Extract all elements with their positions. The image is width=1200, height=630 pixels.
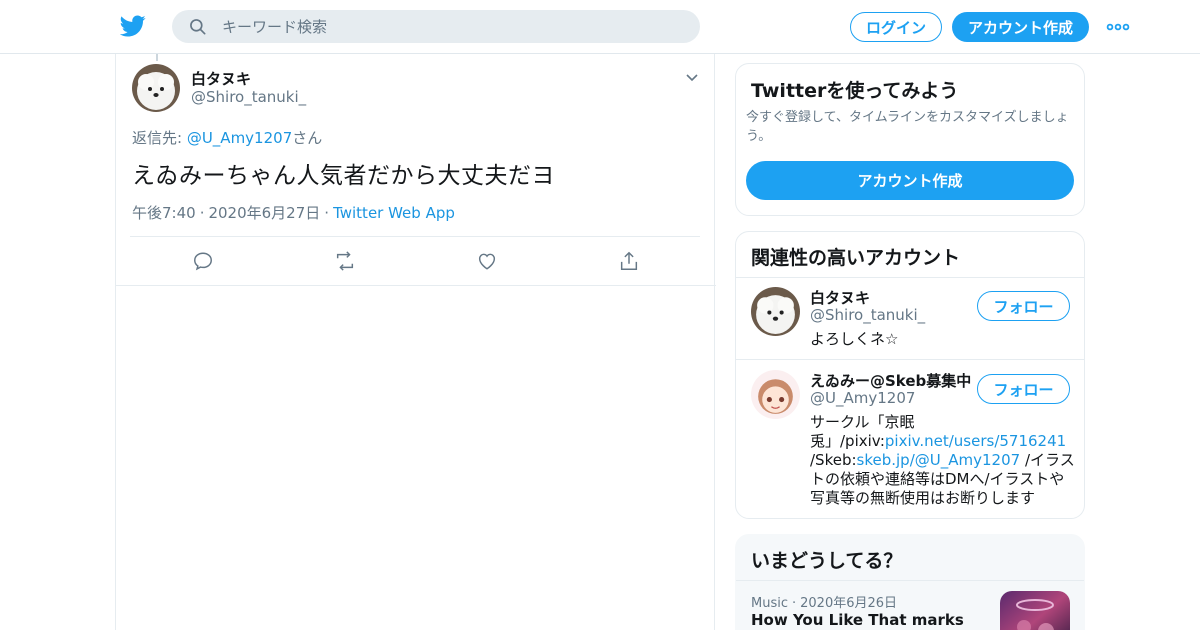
trends-title: いまどうしてる？ — [751, 550, 903, 572]
trend-thumbnail[interactable] — [1000, 591, 1070, 630]
more-dots-icon[interactable] — [1106, 18, 1130, 36]
signup-card-subtitle: 今すぐ登録して、タイムラインをカスタマイズしましょう。 — [746, 110, 1069, 144]
meta-separator: · — [324, 204, 330, 222]
follow-button[interactable]: フォロー — [977, 374, 1070, 404]
account-bio: よろしくネ☆ — [810, 330, 899, 348]
account-name[interactable]: 白タヌキ — [810, 287, 870, 308]
tweet-author-handle[interactable]: @Shiro_tanuki_ — [191, 88, 306, 106]
music-thumbnail-image — [1000, 591, 1070, 630]
tweet-text: えゐみーちゃん人気者だから大丈夫だヨ — [132, 163, 555, 189]
twitter-bird-icon[interactable] — [120, 13, 146, 39]
tweet-date[interactable]: 2020年6月27日 — [208, 204, 320, 222]
related-accounts-title: 関連性の高いアカウント — [751, 247, 961, 269]
divider — [116, 285, 716, 286]
share-icon[interactable] — [618, 250, 640, 272]
chevron-down-icon[interactable] — [684, 70, 700, 86]
divider — [736, 277, 1084, 278]
retweet-icon[interactable] — [334, 250, 356, 272]
meta-separator: · — [199, 204, 205, 222]
avatar[interactable] — [751, 287, 800, 336]
anime-girl-avatar-icon — [751, 370, 800, 419]
signup-card: Twitterを使ってみよう 今すぐ登録して、タイムラインをカスタマイズしましょ… — [735, 63, 1085, 216]
signup-card-title: Twitterを使ってみよう — [751, 80, 959, 102]
account-handle[interactable]: @U_Amy1207 — [810, 389, 915, 407]
account-bio: サークル「京眠兎」/pixiv:pixiv.net/users/5716241 … — [810, 413, 1076, 508]
trend-meta: Music · 2020年6月26日 — [751, 592, 897, 611]
tweet-author-name[interactable]: 白タヌキ — [191, 68, 251, 89]
search-bar[interactable] — [172, 10, 700, 43]
tweet-column: 白タヌキ @Shiro_tanuki_ 返信先: @U_Amy1207さん えゐ… — [115, 54, 716, 630]
bio-text: /Skeb: — [810, 451, 857, 469]
reply-to-line: 返信先: @U_Amy1207さん — [132, 127, 322, 148]
avatar[interactable] — [132, 64, 180, 112]
thread-connector — [156, 54, 158, 61]
search-icon — [190, 19, 206, 35]
pixiv-link[interactable]: pixiv.net/users/5716241 — [885, 432, 1066, 450]
divider — [736, 359, 1084, 360]
dog-avatar-icon — [751, 287, 800, 336]
dog-avatar-icon — [132, 64, 180, 112]
reply-suffix: さん — [292, 129, 323, 147]
trends-card: いまどうしてる？ Music · 2020年6月26日 How You Like T… — [735, 534, 1085, 630]
account-name[interactable]: えゐみー@Skeb募集中 — [810, 370, 971, 391]
divider — [130, 236, 700, 237]
trend-category: Music — [751, 596, 788, 611]
avatar[interactable] — [751, 370, 800, 419]
like-icon[interactable] — [476, 250, 498, 272]
trend-headline[interactable]: How You Like That marks — [751, 611, 964, 629]
divider — [736, 580, 1084, 581]
related-accounts-card: 関連性の高いアカウント 白タヌキ @Shiro_tanuki_ よろしくネ☆ フ… — [735, 231, 1085, 519]
tweet-meta: 午後7:40 · 2020年6月27日 · Twitter Web App — [132, 202, 455, 223]
search-input[interactable] — [222, 10, 682, 43]
trend-date: 2020年6月26日 — [800, 596, 898, 611]
signup-card-button[interactable]: アカウント作成 — [746, 161, 1074, 200]
login-button[interactable]: ログイン — [850, 12, 942, 42]
signup-button[interactable]: アカウント作成 — [952, 12, 1089, 42]
meta-separator: · — [792, 596, 797, 611]
reply-icon[interactable] — [192, 250, 214, 272]
reply-prefix: 返信先: — [132, 129, 187, 147]
follow-button[interactable]: フォロー — [977, 291, 1070, 321]
top-header: ログイン アカウント作成 — [0, 0, 1200, 54]
skeb-link[interactable]: skeb.jp/@U_Amy1207 — [857, 451, 1021, 469]
reply-mention-link[interactable]: @U_Amy1207 — [187, 129, 292, 147]
account-handle[interactable]: @Shiro_tanuki_ — [810, 306, 925, 324]
tweet-time[interactable]: 午後7:40 — [132, 204, 196, 222]
tweet-source-link[interactable]: Twitter Web App — [333, 204, 455, 222]
